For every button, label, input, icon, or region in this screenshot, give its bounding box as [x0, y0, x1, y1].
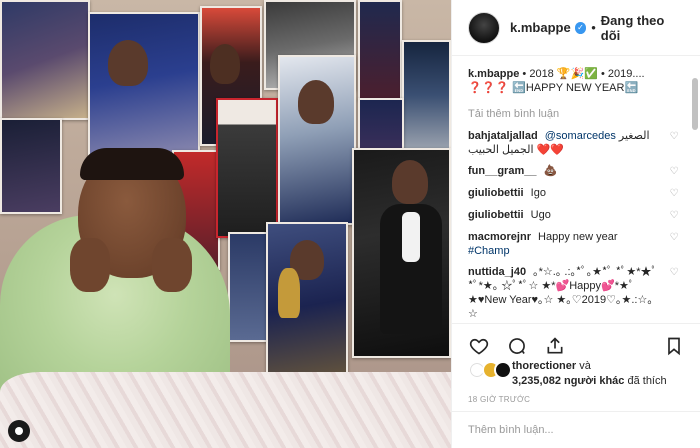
separator-dot: • [591, 20, 596, 35]
comment-like-heart-icon[interactable]: ♡ [668, 187, 680, 201]
likes-summary: thorectioner và 3,235,082 người khác đã … [468, 359, 693, 389]
boy-hand-left [70, 238, 110, 292]
poster-figure [108, 40, 148, 86]
liker-avatars[interactable] [468, 359, 512, 381]
wall-poster [0, 118, 62, 214]
comment-item: macmorejnr Happy new year #Champ ♡ [468, 230, 680, 258]
post-actions [452, 323, 700, 359]
post-panel: k.mbappe ✓ • Đang theo dõi k.mbappe • 20… [451, 0, 700, 448]
comment-text: Ugo [530, 209, 551, 221]
wall-poster [358, 0, 402, 100]
post-header: k.mbappe ✓ • Đang theo dõi [452, 0, 700, 56]
likes-liked: đã thích [627, 375, 667, 387]
bed-blanket [0, 372, 451, 448]
post-photo[interactable] [0, 0, 451, 448]
comment-username[interactable]: giuliobettii [468, 187, 524, 199]
load-more-comments-link[interactable]: Tải thêm bình luận [468, 107, 680, 121]
comment-icon[interactable] [504, 335, 530, 357]
comment-mention[interactable]: @somarcedes [545, 130, 616, 142]
verified-badge-icon: ✓ [574, 21, 587, 34]
comment-item: giuliobettii Igo ♡ [468, 186, 680, 201]
caption-username[interactable]: k.mbappe [468, 68, 519, 80]
comment-item: fun__gram__ 💩 ♡ [468, 164, 680, 179]
poster-figure [298, 80, 334, 124]
post-caption: k.mbappe • 2018 🏆🎉✅ • 2019.... ❓❓❓ 🔚HAPP… [468, 67, 680, 95]
comment-like-heart-icon[interactable]: ♡ [668, 209, 680, 223]
wall-poster [402, 40, 451, 150]
comment-item: bahjataljallad @somarcedes الصغير الجميل… [468, 129, 680, 157]
profile-avatar[interactable] [468, 11, 500, 44]
share-icon[interactable] [542, 335, 568, 357]
bookmark-icon[interactable] [661, 335, 687, 357]
poster-figure [210, 44, 240, 84]
add-comment-bar [452, 411, 700, 448]
comment-item: giuliobettii Ugo ♡ [468, 208, 680, 223]
comment-input[interactable] [468, 424, 685, 436]
likes-text: thorectioner và 3,235,082 người khác đã … [512, 359, 667, 389]
liker-avatar [494, 361, 512, 379]
comment-like-heart-icon[interactable]: ♡ [668, 165, 680, 179]
wall-poster [88, 12, 200, 162]
wall-poster [228, 232, 268, 342]
comment-text: Igo [530, 187, 546, 199]
comment-like-heart-icon[interactable]: ♡ [668, 130, 680, 144]
following-button[interactable]: Đang theo dõi [601, 13, 684, 43]
comment-like-heart-icon[interactable]: ♡ [668, 266, 680, 280]
comment-username[interactable]: nuttida_j40 [468, 266, 526, 278]
poster-figure [392, 160, 428, 204]
comment-username[interactable]: giuliobettii [468, 209, 524, 221]
comments-scrollbar[interactable] [692, 78, 698, 130]
bowtie-shape [402, 212, 420, 262]
user-tag-icon[interactable] [8, 420, 30, 442]
wall-poster [0, 0, 90, 120]
comment-hashtag[interactable]: #Champ [468, 245, 510, 257]
comment-like-heart-icon[interactable]: ♡ [668, 231, 680, 245]
heart-icon[interactable] [466, 335, 492, 357]
post-timestamp[interactable]: 18 GIỜ TRƯỚC [468, 395, 530, 404]
likes-and: và [579, 360, 591, 372]
liker-username[interactable]: thorectioner [512, 360, 576, 372]
trophy-shape [278, 268, 300, 318]
time-magazine-poster [216, 98, 278, 238]
boy-hand-right [152, 238, 192, 292]
likes-others-link[interactable]: 3,235,082 người khác [512, 375, 624, 387]
comment-text: 💩 [543, 165, 558, 177]
boy-hair [80, 148, 184, 180]
comment-username[interactable]: bahjataljallad [468, 130, 538, 142]
header-username[interactable]: k.mbappe [510, 20, 571, 35]
comment-text: Happy new year [538, 231, 618, 243]
comments-list[interactable]: k.mbappe • 2018 🏆🎉✅ • 2019.... ❓❓❓ 🔚HAPP… [452, 57, 692, 323]
comment-item: nuttida_j40 ｡*☆.｡ .:｡*ﾟ｡★*ﾟ *ﾟ★*★ﾟ*ﾟ*★｡ … [468, 265, 680, 321]
comment-username[interactable]: macmorejnr [468, 231, 531, 243]
comment-username[interactable]: fun__gram__ [468, 165, 536, 177]
